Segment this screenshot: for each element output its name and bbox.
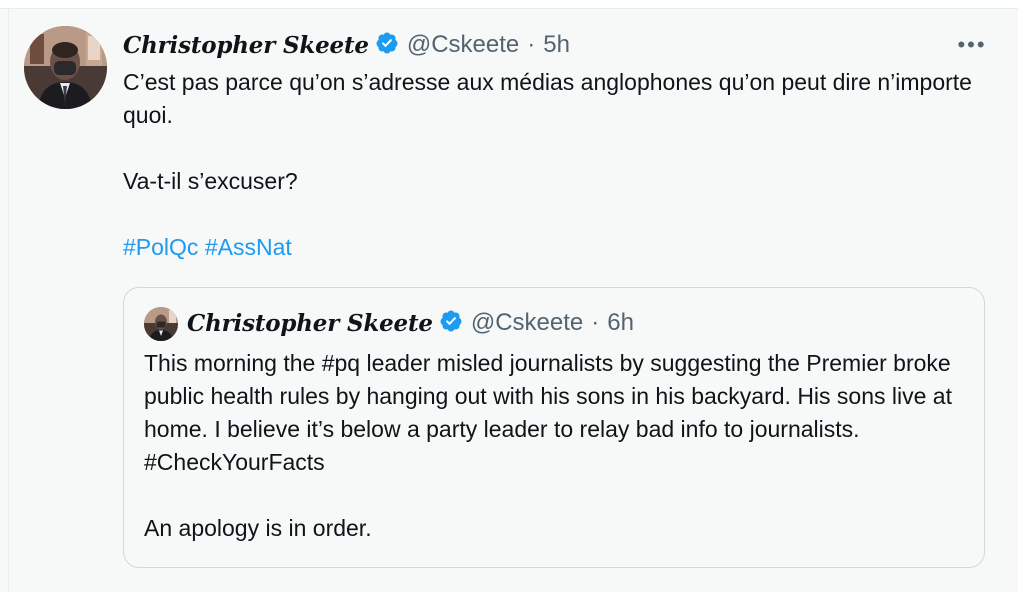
- avatar-image: [24, 26, 107, 109]
- quoted-author-avatar: [144, 307, 178, 341]
- quoted-text-line-2: An apology is in order.: [144, 515, 372, 541]
- tweet-actions-bar: [123, 586, 985, 592]
- quoted-tweet-card[interactable]: Christopher Skeete @Cskeete · 6h This mo…: [123, 287, 985, 568]
- quoted-tweet-header: Christopher Skeete @Cskeete · 6h: [187, 308, 634, 338]
- verified-badge-icon: [375, 31, 399, 60]
- verified-badge-icon: [439, 309, 463, 338]
- tweet-header: Christopher Skeete @Cskeete · 5h: [123, 30, 570, 60]
- tweet-timestamp[interactable]: 5h: [543, 31, 570, 59]
- quoted-tweet-timestamp: 6h: [607, 309, 634, 336]
- author-avatar[interactable]: [24, 26, 107, 109]
- more-options-icon[interactable]: •••: [955, 34, 989, 56]
- quoted-text-segment: This morning the: [144, 350, 322, 376]
- left-divider: [8, 8, 9, 592]
- hashtag-polqc[interactable]: #PolQc: [123, 234, 198, 260]
- quoted-author-handle: @Cskeete: [470, 309, 584, 336]
- top-divider: [0, 0, 1018, 9]
- quoted-text-line-1: This morning the #pq leader misled journ…: [144, 347, 969, 479]
- tweet-hashtags: #PolQc #AssNat: [123, 231, 983, 264]
- quoted-avatar-image: [144, 307, 178, 341]
- hashtag-assnat[interactable]: #AssNat: [205, 234, 292, 260]
- separator-dot: ·: [591, 309, 600, 336]
- tweet-page: Christopher Skeete @Cskeete · 5h ••• C’e…: [0, 0, 1018, 592]
- hashtag-pq: #pq: [321, 350, 361, 376]
- author-name[interactable]: Christopher Skeete: [123, 32, 369, 59]
- hashtag-checkyourfacts: #CheckYourFacts: [144, 449, 325, 475]
- quoted-tweet-body: This morning the #pq leader misled journ…: [144, 347, 969, 545]
- quoted-author-name: Christopher Skeete: [187, 309, 433, 337]
- tweet-text-line-1: C’est pas parce qu’on s’adresse aux médi…: [123, 69, 979, 128]
- author-handle[interactable]: @Cskeete: [407, 31, 519, 59]
- separator-dot: ·: [527, 31, 536, 58]
- tweet-text-line-2: Va-t-il s’excuser?: [123, 168, 298, 194]
- tweet-body: C’est pas parce qu’on s’adresse aux médi…: [123, 66, 983, 264]
